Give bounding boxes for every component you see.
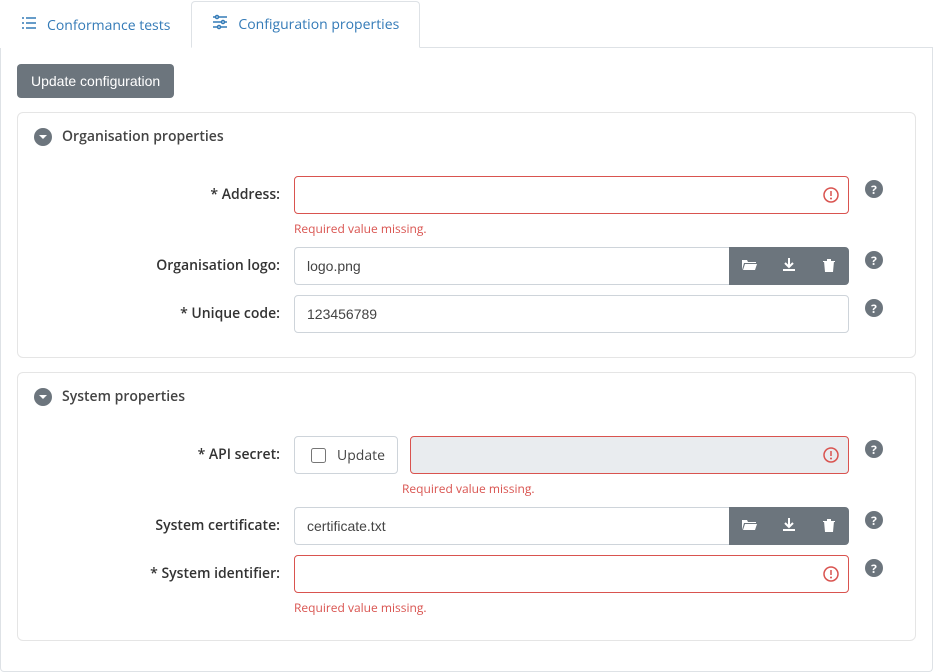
card-header[interactable]: System properties: [18, 373, 915, 420]
tab-configuration-properties[interactable]: Configuration properties: [191, 1, 420, 48]
system-certificate-filename: [294, 507, 729, 545]
sliders-icon: [212, 14, 228, 35]
api-secret-update-toggle[interactable]: Update: [294, 436, 398, 474]
address-row: * Address: Required value missing. ?: [34, 176, 899, 237]
address-error-text: Required value missing.: [294, 220, 849, 237]
help-icon[interactable]: ?: [865, 180, 883, 198]
browse-button[interactable]: [729, 507, 769, 545]
help-icon[interactable]: ?: [865, 440, 883, 458]
folder-open-icon: [741, 517, 757, 536]
card-title: System properties: [62, 387, 185, 406]
download-icon: [781, 517, 797, 536]
browse-button[interactable]: [729, 247, 769, 285]
tab-label: Conformance tests: [47, 16, 170, 35]
tab-conformance-tests[interactable]: Conformance tests: [0, 1, 191, 48]
help-icon[interactable]: ?: [865, 299, 883, 317]
trash-icon: [821, 257, 837, 276]
card-title: Organisation properties: [62, 127, 224, 146]
help-icon[interactable]: ?: [865, 251, 883, 269]
update-configuration-button[interactable]: Update configuration: [17, 64, 174, 98]
system-certificate-row: System certificate:: [34, 507, 899, 545]
download-button[interactable]: [769, 507, 809, 545]
help-icon[interactable]: ?: [865, 559, 883, 577]
address-input[interactable]: [294, 176, 849, 214]
api-secret-label: * API secret:: [34, 436, 294, 464]
system-identifier-row: * System identifier: Required value miss…: [34, 555, 899, 616]
unique-code-row: * Unique code: ?: [34, 295, 899, 333]
system-identifier-label: * System identifier:: [34, 555, 294, 583]
folder-open-icon: [741, 257, 757, 276]
unique-code-label: * Unique code:: [34, 295, 294, 323]
tab-bar: Conformance tests Configuration properti…: [0, 0, 933, 48]
organisation-properties-card: Organisation properties * Address: Req: [17, 112, 916, 358]
update-checkbox[interactable]: [311, 448, 326, 463]
delete-button[interactable]: [809, 247, 849, 285]
api-secret-error-text: Required value missing.: [402, 480, 849, 497]
tab-label: Configuration properties: [238, 15, 399, 34]
update-checkbox-label: Update: [337, 446, 385, 465]
help-icon[interactable]: ?: [865, 511, 883, 529]
trash-icon: [821, 517, 837, 536]
org-logo-label: Organisation logo:: [34, 247, 294, 275]
unique-code-input[interactable]: [294, 295, 849, 333]
system-properties-card: System properties * API secret: Update: [17, 372, 916, 641]
address-label: * Address:: [34, 176, 294, 204]
config-panel: Update configuration Organisation proper…: [0, 48, 933, 672]
delete-button[interactable]: [809, 507, 849, 545]
list-icon: [21, 15, 37, 36]
api-secret-row: * API secret: Update: [34, 436, 899, 497]
org-logo-filename: [294, 247, 729, 285]
card-header[interactable]: Organisation properties: [18, 113, 915, 160]
org-logo-row: Organisation logo:: [34, 247, 899, 285]
download-icon: [781, 257, 797, 276]
chevron-down-icon: [34, 388, 52, 406]
chevron-down-icon: [34, 128, 52, 146]
system-certificate-label: System certificate:: [34, 507, 294, 535]
system-identifier-input[interactable]: [294, 555, 849, 593]
download-button[interactable]: [769, 247, 809, 285]
system-identifier-error-text: Required value missing.: [294, 599, 849, 616]
api-secret-input: [410, 436, 849, 474]
